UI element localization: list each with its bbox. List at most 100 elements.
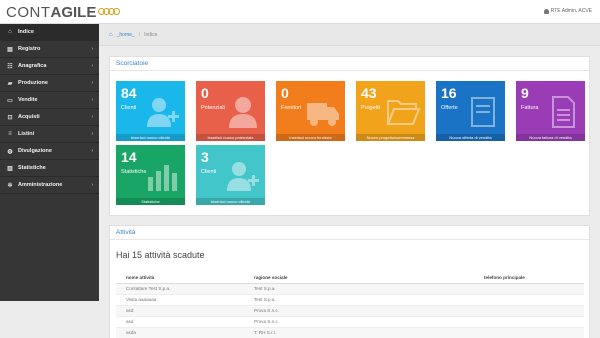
bar-chart-icon: ▥ — [7, 165, 13, 172]
user-name: RTE Admin, ACVE — [550, 8, 592, 14]
truck-icon — [306, 95, 340, 129]
sidebar-item-label: Produzione — [18, 80, 48, 86]
breadcrumb-current: Indice — [144, 31, 158, 38]
tile-label: Clienti — [121, 105, 137, 111]
shortcuts-panel: Scorciatoie 84 Clienti Inserisci nuovo cli… — [109, 56, 590, 216]
chevron-right-icon: › — [91, 182, 93, 188]
sidebar-item-statistiche[interactable]: ▥ Statistiche — [0, 160, 99, 177]
chevron-right-icon: › — [91, 97, 93, 103]
chevron-right-icon: › — [91, 131, 93, 137]
shortcut-tile-offerte[interactable]: 16 Offerte Nuova offerta di vendita — [436, 81, 505, 141]
chevron-right-icon: › — [91, 80, 93, 86]
tile-label: Clienti — [201, 169, 217, 175]
phone-cell — [484, 305, 584, 317]
phone-cell — [484, 316, 584, 328]
chevron-right-icon: › — [91, 148, 93, 154]
add-user-icon — [146, 95, 180, 129]
tile-footer-link[interactable]: Inserisci nuovo fornitore — [276, 134, 345, 141]
tile-count: 16 — [441, 85, 457, 101]
offer-icon — [466, 95, 500, 129]
logo-text-bold: AGILE — [50, 3, 97, 21]
folder-icon: ▰ — [7, 80, 13, 87]
tile-count: 14 — [121, 149, 137, 165]
chevron-right-icon: › — [91, 46, 93, 52]
tile-label: Statistiche — [121, 169, 147, 175]
phone-cell — [484, 283, 584, 295]
activities-table: nome attività ragione sociale telefono p… — [116, 272, 584, 338]
tile-footer-link[interactable]: Nuova offerta di vendita — [436, 134, 505, 141]
shortcut-tile-clienti[interactable]: 84 Clienti Inserisci nuovo cliente — [116, 81, 185, 141]
invoice-icon — [546, 95, 580, 129]
company-cell: Test S.p.a. — [254, 283, 484, 295]
home-icon[interactable]: ⌂ — [109, 32, 113, 38]
table-row[interactable]: Contattare Test S.p.a. Test S.p.a. — [116, 283, 584, 295]
sidebar-item-label: Acquisti — [18, 114, 40, 120]
sidebar-item-label: Vendite — [18, 97, 38, 103]
tile-label: Fornitori — [281, 105, 302, 111]
activity-name-cell: Contattare Test S.p.a. — [116, 283, 254, 295]
sidebar-item-label: Divulgazione — [18, 148, 52, 154]
chevron-right-icon: › — [91, 114, 93, 120]
tile-count: 0 — [201, 85, 209, 101]
tile-label: Fattura — [521, 105, 539, 111]
user-menu[interactable]: RTE Admin, ACVE — [543, 8, 592, 14]
shortcut-tile-clienti[interactable]: 3 Clienti Inserisci nuovo cliente — [196, 145, 265, 205]
logo-text-prefix: CONT — [6, 3, 51, 21]
table-row[interactable]: asda T. RH S.r.l. — [116, 327, 584, 338]
chevron-right-icon: › — [91, 63, 93, 69]
app-logo[interactable]: CONT AGILE — [6, 3, 122, 21]
activity-name-cell: asda — [116, 327, 254, 338]
home-icon: ⌂ — [8, 29, 12, 35]
table-row[interactable]: asd Prova S.n.c. — [116, 305, 584, 317]
overdue-heading: Hai 15 attività scadute — [116, 250, 205, 260]
sidebar-spacer — [0, 301, 99, 338]
user-icon — [226, 95, 260, 129]
sidebar-item-registro[interactable]: ▤ Registro › — [0, 41, 99, 58]
column-header-company[interactable]: ragione sociale — [254, 272, 484, 284]
shortcut-tile-fornitori[interactable]: 0 Fornitori Inserisci nuovo fornitore — [276, 81, 345, 141]
shortcut-tile-fattura[interactable]: 9 Fattura Nuova fattura di vendita — [516, 81, 585, 141]
phone-cell — [484, 294, 584, 306]
table-row[interactable]: asd Prova S.n.c. — [116, 316, 584, 328]
activities-title: Attività — [110, 226, 589, 240]
sidebar-item-listini[interactable]: ≡ Listini › — [0, 126, 99, 143]
sidebar-item-produzione[interactable]: ▰ Produzione › — [0, 75, 99, 92]
table-row[interactable]: Visita aaaaaaa Test S.p.a. — [116, 294, 584, 306]
bar-chart-icon — [146, 159, 180, 193]
breadcrumb-home[interactable]: _home_ — [117, 32, 135, 38]
folder-open-icon — [386, 95, 421, 129]
sidebar-item-indice[interactable]: ⌂ Indice — [0, 24, 99, 41]
tile-label: Potenziali — [201, 105, 225, 111]
tile-footer-link[interactable]: Statistiche — [116, 198, 185, 205]
column-header-name[interactable]: nome attività — [116, 272, 254, 284]
sidebar-item-amministrazione[interactable]: ✲ Amministrazione › — [0, 177, 99, 194]
sidebar-item-vendite[interactable]: ▭ Vendite › — [0, 92, 99, 109]
user-icon — [543, 8, 549, 14]
shortcut-tile-potenziali[interactable]: 0 Potenziali Inserisci nuovo potenziale — [196, 81, 265, 141]
tile-footer-link[interactable]: Inserisci nuovo potenziale — [196, 134, 265, 141]
breadcrumb-separator: / — [138, 31, 141, 38]
sidebar-item-label: Registro — [18, 46, 41, 52]
sidebar-item-acquisti[interactable]: ⊡ Acquisti › — [0, 109, 99, 126]
tile-footer-link[interactable]: Nuovo progetto/commessa — [356, 134, 425, 141]
sidebar-item-divulgazione[interactable]: ◍ Divulgazione › — [0, 143, 99, 160]
activity-name-cell: Visita aaaaaaa — [116, 294, 254, 306]
sidebar-item-label: Statistiche — [18, 165, 46, 171]
logo-rings-icon — [98, 6, 122, 18]
tile-count: 43 — [361, 85, 377, 101]
column-header-phone[interactable]: telefono principale — [484, 272, 584, 284]
gear-icon: ✲ — [7, 182, 13, 189]
sidebar-item-label: Listini — [18, 131, 35, 137]
money-icon: ▭ — [7, 97, 13, 104]
sidebar-item-anagrafica[interactable]: ☷ Anagrafica › — [0, 58, 99, 75]
sidebar: ⌂ Indice ▤ Registro › ☷ Anagrafica › ▰ Produzione… — [0, 24, 99, 301]
company-cell: Prova S.n.c. — [254, 305, 484, 317]
shortcut-tile-progetti[interactable]: 43 Progetti Nuovo progetto/commessa — [356, 81, 425, 141]
shortcut-tile-statistiche[interactable]: 14 Statistiche Statistiche — [116, 145, 185, 205]
tile-footer-link[interactable]: Inserisci nuovo cliente — [116, 134, 185, 141]
phone-cell — [484, 327, 584, 338]
tile-footer-link[interactable]: Nuova fattura di vendita — [516, 134, 585, 141]
tile-footer-link[interactable]: Inserisci nuovo cliente — [196, 198, 265, 205]
company-cell: Prova S.n.c. — [254, 316, 484, 328]
tile-label: Progetti — [361, 105, 380, 111]
